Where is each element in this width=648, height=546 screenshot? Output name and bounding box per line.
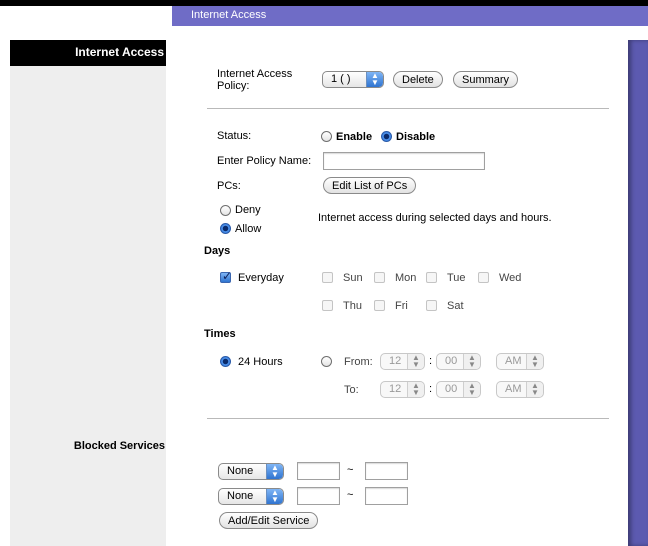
port-range-tilde: ~ xyxy=(347,464,354,476)
delete-button[interactable]: Delete xyxy=(393,71,443,88)
times-title: Times xyxy=(204,328,236,340)
pcs-label: PCs: xyxy=(217,180,241,192)
from-hour-select[interactable]: 12 ▲ ▼ xyxy=(380,353,425,370)
port-to-input-1[interactable] xyxy=(365,462,408,480)
time-colon: : xyxy=(429,355,433,367)
day-label-mon: Mon xyxy=(395,272,417,284)
from-minute-value: 00 xyxy=(445,355,458,367)
time-range-radio[interactable] xyxy=(321,356,332,367)
from-ampm-value: AM xyxy=(505,355,522,367)
select-arrows-icon: ▲ ▼ xyxy=(526,354,543,369)
policy-label-line1: Internet Access xyxy=(217,68,293,80)
day-checkbox-mon[interactable] xyxy=(374,272,385,283)
policy-select[interactable]: 1 ( ) ▲ ▼ xyxy=(322,71,384,88)
status-disable-label: Disable xyxy=(396,131,436,143)
to-minute-value: 00 xyxy=(445,383,458,395)
to-hour-select[interactable]: 12 ▲ ▼ xyxy=(380,381,425,398)
to-ampm-value: AM xyxy=(505,383,522,395)
section-title: Internet Access xyxy=(75,45,164,59)
select-arrows-icon: ▲ ▼ xyxy=(463,382,480,397)
day-label-thu: Thu xyxy=(343,300,362,312)
from-label: From: xyxy=(344,356,373,368)
everyday-checkbox[interactable] xyxy=(220,269,232,283)
select-arrows-icon: ▲ ▼ xyxy=(407,354,424,369)
status-enable-radio[interactable] xyxy=(321,131,332,142)
blocked-service-select-1[interactable]: None ▲ ▼ xyxy=(218,463,284,480)
to-label: To: xyxy=(344,384,359,396)
status-label: Status: xyxy=(217,130,252,142)
day-label-fri: Fri xyxy=(395,300,408,312)
deny-radio[interactable] xyxy=(220,205,231,216)
select-arrows-icon: ▲ ▼ xyxy=(526,382,543,397)
day-checkbox-thu[interactable] xyxy=(322,300,333,311)
day-label-tue: Tue xyxy=(447,272,466,284)
add-edit-service-button[interactable]: Add/Edit Service xyxy=(219,512,319,529)
right-rail xyxy=(628,40,648,546)
from-ampm-select[interactable]: AM ▲ ▼ xyxy=(496,353,544,370)
select-arrows-icon: ▲ ▼ xyxy=(266,489,283,504)
24-hours-radio[interactable] xyxy=(220,356,231,367)
to-ampm-select[interactable]: AM ▲ ▼ xyxy=(496,381,544,398)
summary-button[interactable]: Summary xyxy=(453,71,519,88)
policy-label-line2: Policy: xyxy=(217,80,250,92)
allow-label: Allow xyxy=(235,223,262,235)
left-sidebar xyxy=(10,40,166,546)
policy-name-label: Enter Policy Name: xyxy=(217,155,312,167)
select-arrows-icon: ▲ ▼ xyxy=(266,464,283,479)
select-arrows-icon: ▲ ▼ xyxy=(463,354,480,369)
day-checkbox-fri[interactable] xyxy=(374,300,385,311)
status-disable-radio[interactable] xyxy=(381,131,392,142)
divider xyxy=(207,108,609,109)
select-arrows-icon: ▲ ▼ xyxy=(366,72,383,87)
blocked-services-label: Blocked Services xyxy=(73,440,165,452)
everyday-label: Everyday xyxy=(238,272,284,284)
day-label-sat: Sat xyxy=(447,300,464,312)
to-hour-value: 12 xyxy=(389,383,402,395)
day-checkbox-wed[interactable] xyxy=(478,272,489,283)
select-arrows-icon: ▲ ▼ xyxy=(407,382,424,397)
port-from-input-2[interactable] xyxy=(297,487,340,505)
divider xyxy=(207,418,609,419)
day-checkbox-tue[interactable] xyxy=(426,272,437,283)
port-to-input-2[interactable] xyxy=(365,487,408,505)
deny-label: Deny xyxy=(235,204,261,216)
days-title: Days xyxy=(204,245,231,257)
day-label-wed: Wed xyxy=(499,272,522,284)
policy-name-input[interactable] xyxy=(323,152,485,170)
to-minute-select[interactable]: 00 ▲ ▼ xyxy=(436,381,481,398)
subnav-internet-access[interactable]: Internet Access xyxy=(191,9,266,21)
access-description: Internet access during selected days and… xyxy=(318,212,552,224)
24-hours-label: 24 Hours xyxy=(238,356,283,368)
allow-radio[interactable] xyxy=(220,223,231,234)
time-colon: : xyxy=(429,383,433,395)
blocked-service-value-2: None xyxy=(227,490,254,502)
policy-select-value: 1 ( ) xyxy=(331,73,351,85)
port-range-tilde: ~ xyxy=(347,489,354,501)
status-enable-label: Enable xyxy=(336,131,373,143)
blocked-service-value-1: None xyxy=(227,465,254,477)
from-minute-select[interactable]: 00 ▲ ▼ xyxy=(436,353,481,370)
port-from-input-1[interactable] xyxy=(297,462,340,480)
edit-list-of-pcs-button[interactable]: Edit List of PCs xyxy=(323,177,417,194)
day-label-sun: Sun xyxy=(343,272,363,284)
day-checkbox-sat[interactable] xyxy=(426,300,437,311)
day-checkbox-sun[interactable] xyxy=(322,272,333,283)
blocked-service-select-2[interactable]: None ▲ ▼ xyxy=(218,488,284,505)
from-hour-value: 12 xyxy=(389,355,402,367)
